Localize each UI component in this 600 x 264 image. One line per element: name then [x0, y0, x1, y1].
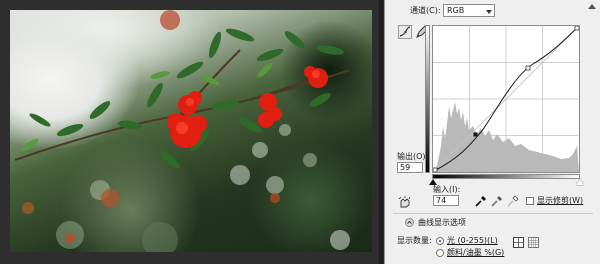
curve-point	[433, 167, 438, 172]
chevron-down-icon	[486, 10, 492, 14]
light-option-label: 光 (0-255)(L)	[447, 236, 498, 245]
input-field[interactable]: 74	[433, 195, 459, 206]
input-value: 74	[436, 196, 447, 205]
simple-grid-icon[interactable]	[513, 237, 524, 248]
output-value: 59	[400, 163, 411, 172]
radio-dot	[439, 240, 441, 242]
black-eyedropper-icon[interactable]	[475, 195, 487, 207]
document-canvas	[0, 0, 383, 264]
input-label: 输入(I):	[433, 185, 461, 194]
target-adjust-icon[interactable]	[398, 196, 412, 208]
show-amount-label: 显示数量:	[397, 236, 432, 245]
show-clipping-checkbox[interactable]	[526, 197, 534, 205]
channel-select[interactable]: RGB	[443, 4, 495, 17]
light-radio[interactable]	[436, 237, 444, 245]
curves-panel: 通道(C): RGB 输出(O): 59 输入(I): 74 显示修剪(W) 曲…	[384, 0, 600, 264]
scroll-arrow-icon[interactable]	[588, 4, 596, 9]
canvas-scrollbar[interactable]	[379, 0, 383, 264]
curve-display-options-label: 曲线显示选项	[418, 218, 466, 227]
detailed-grid-icon[interactable]	[528, 237, 539, 248]
white-eyedropper-icon[interactable]	[507, 195, 519, 207]
photo-image	[10, 10, 372, 252]
curves-graph[interactable]	[432, 25, 580, 173]
pigment-radio[interactable]	[436, 249, 444, 257]
divider	[393, 213, 593, 214]
show-clipping-label: 显示修剪(W)	[537, 196, 584, 205]
curve-point	[473, 132, 478, 137]
input-gradient-bar	[432, 174, 580, 179]
gray-eyedropper-icon[interactable]	[491, 195, 503, 207]
channel-value: RGB	[447, 6, 465, 15]
white-point-slider[interactable]	[576, 179, 584, 185]
curve-point	[574, 26, 579, 31]
expand-icon[interactable]	[405, 218, 414, 227]
output-gradient-bar	[425, 25, 430, 173]
output-field[interactable]: 59	[397, 162, 423, 173]
curve-point	[525, 65, 531, 71]
curve-point-icon[interactable]	[398, 25, 412, 39]
pigment-option-label: 颜料/油墨 %(G)	[447, 248, 505, 257]
channel-label: 通道(C):	[410, 6, 441, 15]
output-label: 输出(O):	[397, 152, 429, 161]
